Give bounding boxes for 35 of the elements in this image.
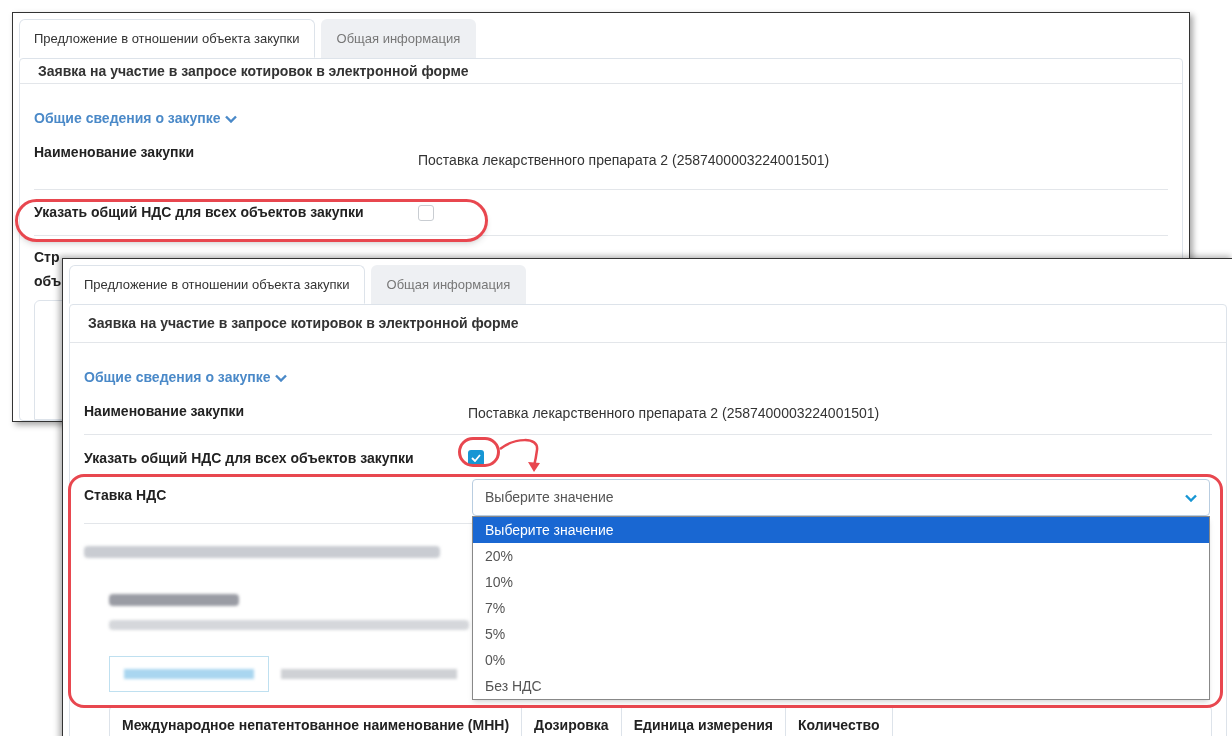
- checkbox-label: Указать общий НДС для всех объектов закупки: [84, 448, 415, 468]
- dropdown-option[interactable]: 5%: [473, 621, 1209, 647]
- checkmark-icon: [471, 454, 481, 462]
- tab[interactable]: Предложение в отношении объекта закупки: [19, 19, 315, 58]
- dropdown-option[interactable]: Выберите значение: [473, 517, 1209, 543]
- column-header: Дозировка: [522, 707, 622, 736]
- dropdown-option[interactable]: 10%: [473, 569, 1209, 595]
- highlight-outline: [458, 437, 500, 467]
- field-value: Поставка лекарственного препарата 2 (2587400003224001501): [468, 404, 880, 423]
- tab[interactable]: Общая информация: [370, 265, 527, 304]
- dropdown-option[interactable]: 7%: [473, 595, 1209, 621]
- field-label: Наименование закупки: [84, 402, 246, 421]
- field-label: объ: [34, 272, 62, 291]
- form-title: Заявка на участие в запросе котировок в электронной форме: [38, 61, 469, 81]
- column-header: Международное непатентованное наименование (МНН): [110, 707, 523, 736]
- field-label: Наименование закупки: [34, 143, 196, 162]
- chevron-down-icon: [225, 114, 238, 123]
- dropdown-option[interactable]: 20%: [473, 543, 1209, 569]
- chevron-down-icon: [1185, 493, 1197, 502]
- section-link[interactable]: Общие сведения о закупке: [34, 108, 238, 129]
- column-header: Количество: [785, 707, 893, 736]
- tab[interactable]: Общая информация: [320, 19, 477, 58]
- chevron-down-icon: [275, 373, 288, 382]
- field-label: Стр: [34, 248, 60, 267]
- column-header: Единица измерения: [621, 707, 786, 736]
- checkbox-label: Указать общий НДС для всех объектов закупки: [34, 203, 365, 222]
- dropdown-option[interactable]: 0%: [473, 647, 1209, 673]
- form-title: Заявка на участие в запросе котировок в электронной форме: [88, 314, 519, 333]
- section-link[interactable]: Общие сведения о закупке: [84, 367, 288, 388]
- tab[interactable]: Предложение в отношении объекта закупки: [69, 265, 365, 304]
- field-label: Ставка НДС: [84, 486, 168, 505]
- select-field[interactable]: Выберите значение: [472, 479, 1210, 516]
- checkbox[interactable]: [418, 204, 434, 221]
- field-value: Поставка лекарственного препарата 2 (2587400003224001501): [418, 151, 830, 170]
- dropdown-option[interactable]: Без НДС: [473, 673, 1209, 699]
